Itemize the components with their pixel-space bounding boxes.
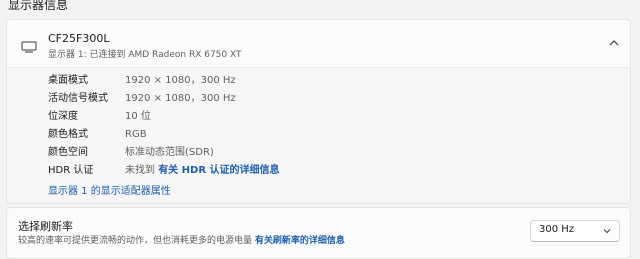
hdr-info-link[interactable]: 有关 HDR 认证的详细信息 bbox=[158, 165, 279, 176]
hdr-status: 未找到 bbox=[125, 165, 155, 176]
refresh-rate-desc-text: 较高的速率可提供更流畅的动作，但也消耗更多的电源电量 bbox=[18, 236, 253, 246]
monitor-details-panel: 桌面模式 1920 × 1080，300 Hz 活动信号模式 1920 × 10… bbox=[6, 67, 631, 204]
refresh-rate-selected: 300 Hz bbox=[539, 224, 575, 235]
refresh-rate-title: 选择刷新率 bbox=[18, 220, 73, 233]
detail-value: 1920 × 1080，300 Hz bbox=[125, 75, 236, 86]
detail-label: 位深度 bbox=[48, 111, 78, 122]
detail-value: 标准动态范围(SDR) bbox=[125, 147, 214, 158]
detail-label: 活动信号模式 bbox=[48, 93, 108, 104]
chevron-up-icon[interactable] bbox=[608, 38, 620, 48]
display-adapter-properties-link[interactable]: 显示器 1 的显示适配器属性 bbox=[48, 182, 171, 197]
detail-label: 颜色空间 bbox=[48, 147, 88, 158]
refresh-rate-dropdown[interactable]: 300 Hz bbox=[530, 220, 620, 242]
refresh-rate-card: 选择刷新率 较高的速率可提供更流畅的动作，但也消耗更多的电源电量 有关刷新率的详… bbox=[6, 207, 631, 259]
detail-label: 桌面模式 bbox=[48, 75, 88, 86]
refresh-rate-description: 较高的速率可提供更流畅的动作，但也消耗更多的电源电量 有关刷新率的详细信息 bbox=[18, 233, 345, 246]
refresh-rate-info-link[interactable]: 有关刷新率的详细信息 bbox=[255, 236, 345, 246]
detail-value: 未找到 有关 HDR 认证的详细信息 bbox=[125, 162, 280, 180]
monitor-name: CF25F300L bbox=[48, 32, 110, 45]
detail-value: RGB bbox=[125, 129, 147, 140]
section-title: 显示器信息 bbox=[8, 0, 69, 12]
monitor-card-header[interactable]: CF25F300L 显示器 1: 已连接到 AMD Radeon RX 6750… bbox=[6, 19, 631, 67]
detail-value: 1920 × 1080，300 Hz bbox=[125, 93, 236, 104]
monitor-subtitle: 显示器 1: 已连接到 AMD Radeon RX 6750 XT bbox=[48, 50, 242, 60]
monitor-icon bbox=[21, 41, 37, 53]
chevron-down-icon bbox=[603, 229, 611, 234]
detail-value: 10 位 bbox=[125, 111, 151, 122]
detail-label: 颜色格式 bbox=[48, 129, 88, 140]
detail-label: HDR 认证 bbox=[48, 165, 94, 176]
